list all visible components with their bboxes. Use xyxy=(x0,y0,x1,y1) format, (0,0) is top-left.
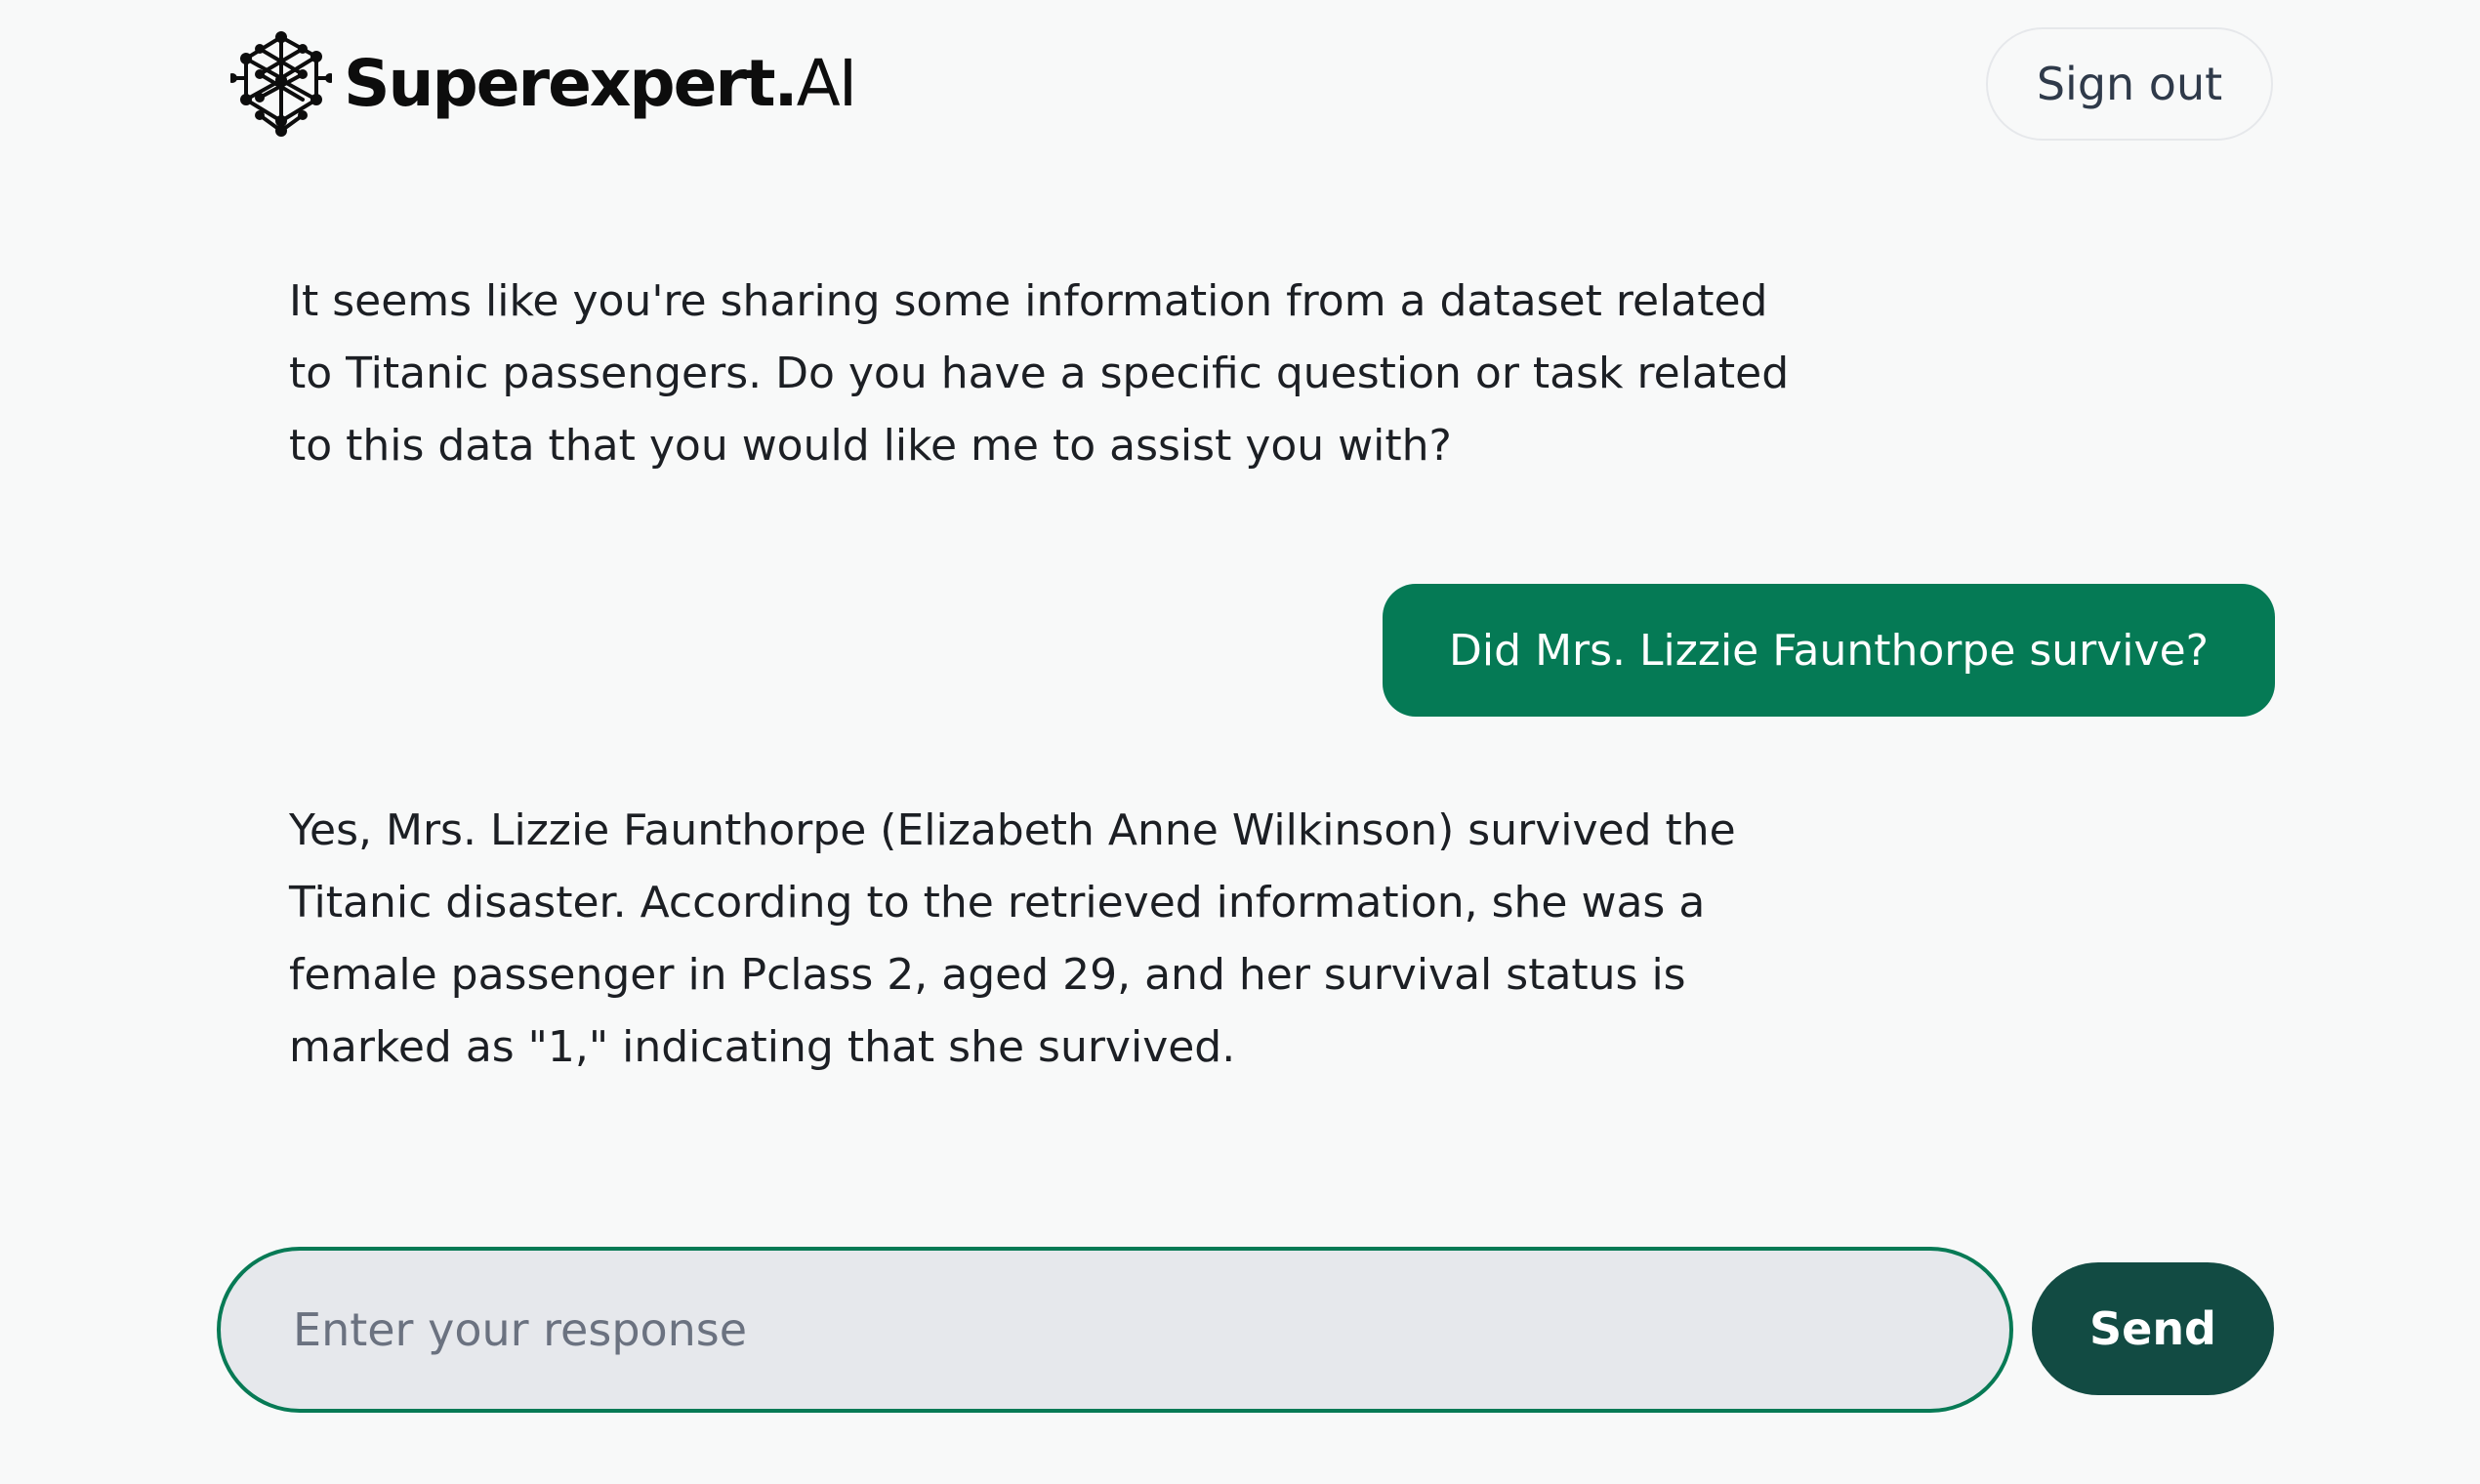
user-message-bubble: Did Mrs. Lizzie Faunthorpe survive? xyxy=(1383,584,2275,717)
app-header: Superexpert.AI Sign out xyxy=(0,0,2480,171)
assistant-message: It seems like you're sharing some inform… xyxy=(289,276,1790,471)
sign-out-button[interactable]: Sign out xyxy=(1986,27,2273,141)
brand-name-light: AI xyxy=(796,46,858,121)
assistant-message: Yes, Mrs. Lizzie Faunthorpe (Elizabeth A… xyxy=(289,805,1736,1072)
brand-name: Superexpert.AI xyxy=(344,52,857,116)
response-input[interactable] xyxy=(291,1302,2009,1357)
response-input-container xyxy=(217,1247,2013,1413)
network-hexagon-icon xyxy=(230,31,332,137)
brand-name-bold: Superexpert. xyxy=(344,46,799,121)
send-button[interactable]: Send xyxy=(2032,1262,2274,1395)
brand-logo[interactable]: Superexpert.AI xyxy=(230,29,857,139)
